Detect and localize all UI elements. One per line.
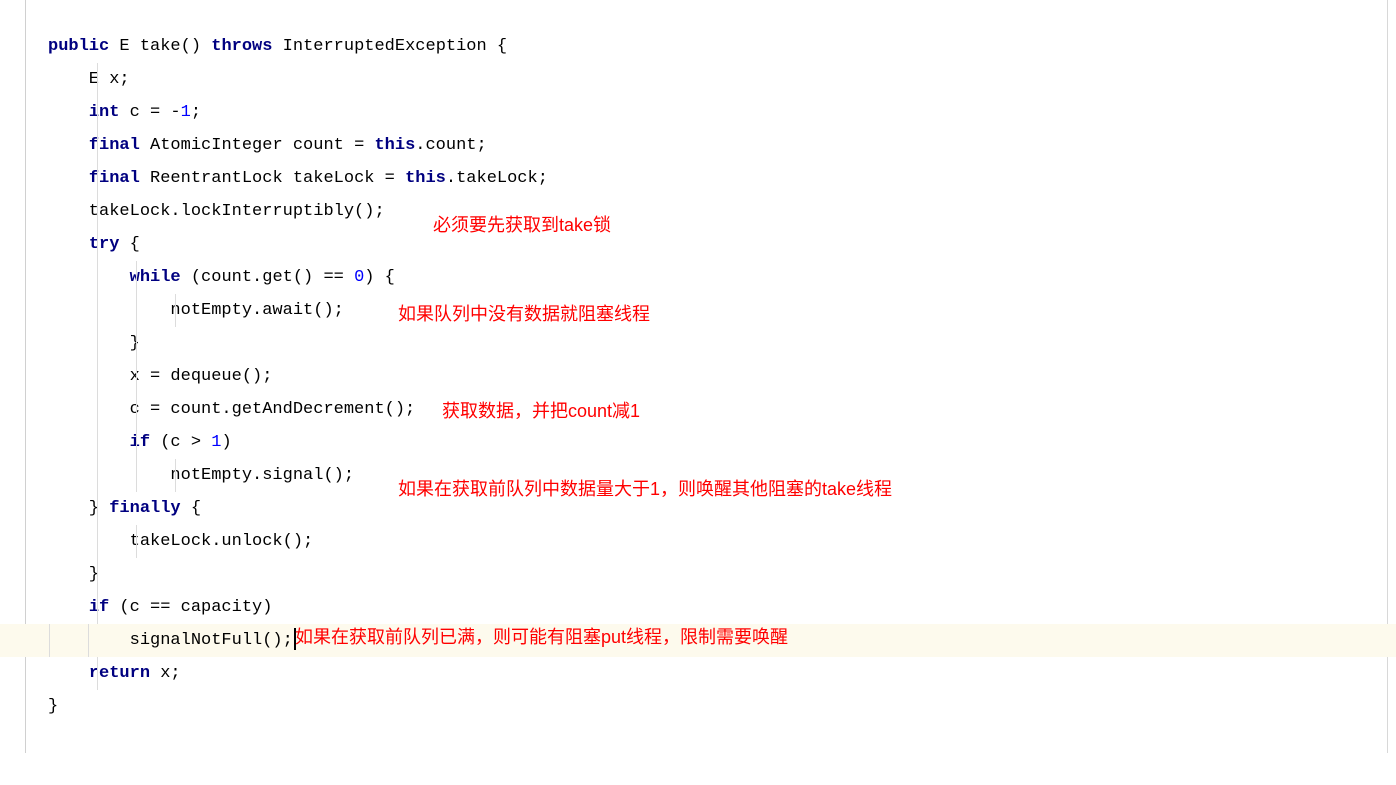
code-line: notEmpty.await(); 如果队列中没有数据就阻塞线程 [48,294,1396,327]
keyword: finally [109,499,180,518]
keyword: while [130,268,181,287]
code-line: final AtomicInteger count = this.count; [48,129,1396,162]
code-line: try { [48,228,1396,261]
keyword: public [48,37,109,56]
code-text: ; [191,103,201,122]
code-line-highlighted: signalNotFull(); 如果在获取前队列已满，则可能有阻塞put线程，… [0,624,1396,657]
number: 0 [354,268,364,287]
keyword: this [374,136,415,155]
code-line: takeLock.unlock(); [48,525,1396,558]
keyword: if [130,433,150,452]
code-text: E take() [109,37,211,56]
code-line: } finally { [48,492,1396,525]
code-line: public E take() throws InterruptedExcept… [48,30,1396,63]
code-text: ) { [364,268,395,287]
code-line: int c = -1; [48,96,1396,129]
code-text: } [48,334,140,353]
code-text: x = dequeue(); [48,367,272,386]
code-text: } [48,697,58,716]
code-text: takeLock.unlock(); [48,532,313,551]
keyword: int [89,103,120,122]
code-text: AtomicInteger count = [140,136,375,155]
code-text: (c == capacity) [109,598,272,617]
code-line: if (c == capacity) [48,591,1396,624]
code-text: ) [221,433,231,452]
code-text: InterruptedException { [272,37,507,56]
keyword: if [89,598,109,617]
keyword: throws [211,37,272,56]
code-text: } [48,499,109,518]
code-text: { [119,235,139,254]
code-text: E x; [48,70,130,89]
number: 1 [211,433,221,452]
code-text: (count.get() == [181,268,354,287]
code-text: } [48,565,99,584]
code-text: .count; [415,136,486,155]
code-line: x = dequeue(); [48,360,1396,393]
code-line: c = count.getAndDecrement(); 获取数据，并把coun… [48,393,1396,426]
annotation: 如果在获取前队列已满，则可能有阻塞put线程，限制需要唤醒 [295,621,788,654]
code-line: takeLock.lockInterruptibly(); 必须要先获取到tak… [48,195,1396,228]
code-line: while (count.get() == 0) { [48,261,1396,294]
number: 1 [181,103,191,122]
code-line: E x; [48,63,1396,96]
code-text: takeLock.lockInterruptibly(); [48,202,385,221]
code-text: notEmpty.signal(); [48,466,354,485]
code-text: c = count.getAndDecrement(); [48,400,415,419]
code-area[interactable]: public E take() throws InterruptedExcept… [0,0,1396,753]
code-text: { [181,499,201,518]
code-text: .takeLock; [446,169,548,188]
code-text: notEmpty.await(); [48,301,344,320]
code-text: ReentrantLock takeLock = [140,169,405,188]
code-line: } [48,690,1396,723]
code-line: } [48,327,1396,360]
code-line: } [48,558,1396,591]
code-line: final ReentrantLock takeLock = this.take… [48,162,1396,195]
annotation: 获取数据，并把count减1 [442,395,640,428]
code-editor: public E take() throws InterruptedExcept… [0,0,1396,753]
code-line: notEmpty.signal(); 如果在获取前队列中数据量大于1，则唤醒其他… [48,459,1396,492]
keyword: this [405,169,446,188]
code-text: c = - [119,103,180,122]
code-line: if (c > 1) [48,426,1396,459]
code-text: (c > [150,433,211,452]
code-line: return x; [48,657,1396,690]
keyword: try [89,235,120,254]
code-text: x; [150,664,181,683]
code-text: signalNotFull(); [48,631,293,650]
